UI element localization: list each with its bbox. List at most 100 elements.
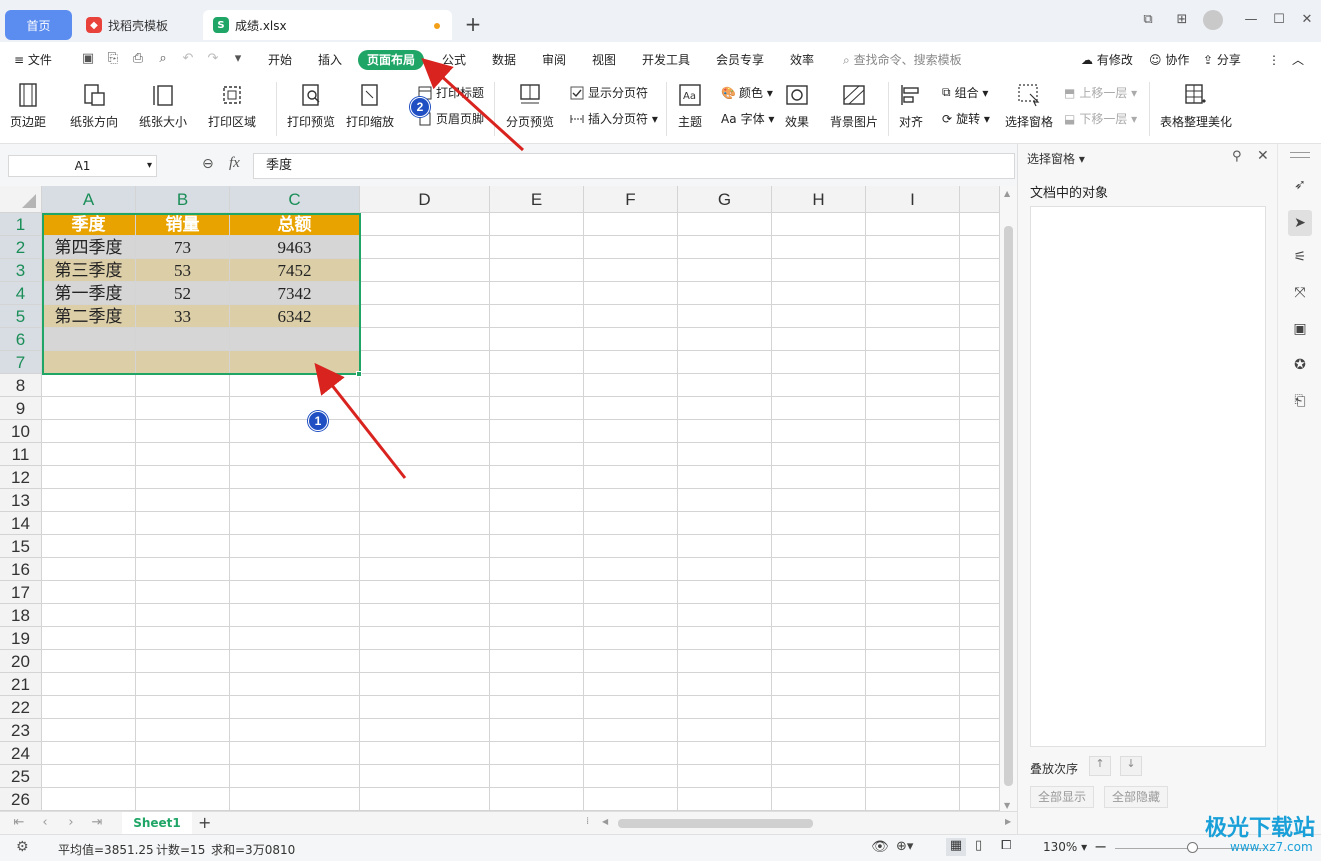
cell[interactable]	[678, 397, 772, 420]
cell[interactable]	[960, 489, 1000, 512]
row-header-12[interactable]: 12	[0, 466, 42, 489]
cell[interactable]	[360, 673, 490, 696]
cell[interactable]	[230, 489, 360, 512]
cell[interactable]	[678, 742, 772, 765]
tab-home[interactable]: 首页	[5, 10, 72, 40]
cell[interactable]	[866, 305, 960, 328]
cell[interactable]	[678, 305, 772, 328]
menu-review[interactable]: 审阅	[542, 50, 566, 70]
cell[interactable]	[866, 351, 960, 374]
effects-button[interactable]: 效果	[784, 82, 810, 130]
cell[interactable]	[136, 420, 230, 443]
background-image-button[interactable]: 背景图片	[830, 82, 878, 130]
cell[interactable]	[490, 581, 584, 604]
cell[interactable]	[490, 788, 584, 811]
cell[interactable]	[678, 374, 772, 397]
cell[interactable]	[772, 236, 866, 259]
cell[interactable]	[230, 581, 360, 604]
cell[interactable]	[678, 489, 772, 512]
table-cell[interactable]: 第三季度	[42, 259, 136, 282]
cell[interactable]	[490, 328, 584, 351]
row-header-9[interactable]: 9	[0, 397, 42, 420]
zoom-out-icon[interactable]: −	[1094, 837, 1107, 856]
cell[interactable]	[42, 397, 136, 420]
cell[interactable]	[960, 627, 1000, 650]
row-header-14[interactable]: 14	[0, 512, 42, 535]
cell[interactable]	[490, 305, 584, 328]
row-header-24[interactable]: 24	[0, 742, 42, 765]
close-pane-icon[interactable]: ✕	[1257, 148, 1269, 164]
cell[interactable]	[360, 236, 490, 259]
print-scale-button[interactable]: 打印缩放	[346, 82, 394, 130]
cell[interactable]	[960, 696, 1000, 719]
cell[interactable]	[490, 282, 584, 305]
cell[interactable]	[490, 650, 584, 673]
cell[interactable]	[360, 374, 490, 397]
menu-view[interactable]: 视图	[592, 50, 616, 70]
normal-view-icon[interactable]: ▦	[946, 838, 966, 856]
cell[interactable]	[584, 512, 678, 535]
add-tab-button[interactable]: +	[462, 12, 484, 36]
cell[interactable]	[772, 305, 866, 328]
cell[interactable]	[136, 650, 230, 673]
scroll-up-icon[interactable]: ▲	[1004, 189, 1010, 198]
show-all-button[interactable]: 全部显示	[1030, 786, 1094, 808]
cell[interactable]	[960, 742, 1000, 765]
cell[interactable]	[42, 719, 136, 742]
cell[interactable]	[490, 351, 584, 374]
cell[interactable]	[584, 466, 678, 489]
table-cell[interactable]: 73	[136, 236, 230, 259]
cell[interactable]	[960, 788, 1000, 811]
table-cell[interactable]: 6342	[230, 305, 360, 328]
cell[interactable]	[230, 443, 360, 466]
cell[interactable]	[490, 213, 584, 236]
cell[interactable]	[866, 213, 960, 236]
cell[interactable]	[230, 351, 360, 374]
cell[interactable]	[360, 627, 490, 650]
cell[interactable]	[360, 604, 490, 627]
cell[interactable]	[490, 696, 584, 719]
cell[interactable]	[678, 282, 772, 305]
group-button[interactable]: ⧉ 组合 ▾	[942, 84, 988, 101]
cell[interactable]	[678, 604, 772, 627]
cell[interactable]	[136, 719, 230, 742]
cell[interactable]	[866, 489, 960, 512]
cell[interactable]	[584, 627, 678, 650]
cell[interactable]	[866, 374, 960, 397]
cell[interactable]	[584, 558, 678, 581]
pin-icon[interactable]: ⚲	[1232, 149, 1242, 164]
cell[interactable]	[584, 259, 678, 282]
cell[interactable]	[772, 696, 866, 719]
cell[interactable]	[678, 627, 772, 650]
cell[interactable]	[42, 535, 136, 558]
select-all-corner[interactable]	[0, 186, 42, 213]
has-changes-button[interactable]: ☁ 有修改	[1081, 50, 1133, 70]
cell[interactable]	[960, 581, 1000, 604]
table-header-cell[interactable]: 总额	[230, 213, 360, 236]
cell[interactable]	[136, 535, 230, 558]
share-button[interactable]: ⇪ 分享	[1203, 50, 1241, 70]
command-search[interactable]: ⌕ 查找命令、搜索模板	[843, 50, 962, 70]
cell[interactable]	[490, 719, 584, 742]
menu-efficiency[interactable]: 效率	[790, 50, 814, 70]
menu-member[interactable]: 会员专享	[716, 50, 764, 70]
cell[interactable]	[360, 512, 490, 535]
scroll-left-icon[interactable]: ◀	[602, 817, 608, 826]
objects-list[interactable]	[1030, 206, 1266, 747]
cell[interactable]	[42, 558, 136, 581]
cell[interactable]	[866, 673, 960, 696]
cell[interactable]	[678, 213, 772, 236]
cell[interactable]	[360, 305, 490, 328]
cell[interactable]	[136, 558, 230, 581]
prev-sheet-icon[interactable]: ‹	[38, 815, 52, 830]
row-header-11[interactable]: 11	[0, 443, 42, 466]
cell[interactable]	[360, 765, 490, 788]
more-icon[interactable]: ⋮	[1268, 50, 1280, 70]
cell[interactable]	[42, 351, 136, 374]
row-header-19[interactable]: 19	[0, 627, 42, 650]
selection-pane-title[interactable]: 选择窗格 ▾	[1027, 150, 1085, 167]
cell[interactable]	[230, 512, 360, 535]
cell[interactable]	[230, 466, 360, 489]
cell[interactable]	[136, 788, 230, 811]
selection-pane-button[interactable]: 选择窗格	[1005, 82, 1053, 130]
